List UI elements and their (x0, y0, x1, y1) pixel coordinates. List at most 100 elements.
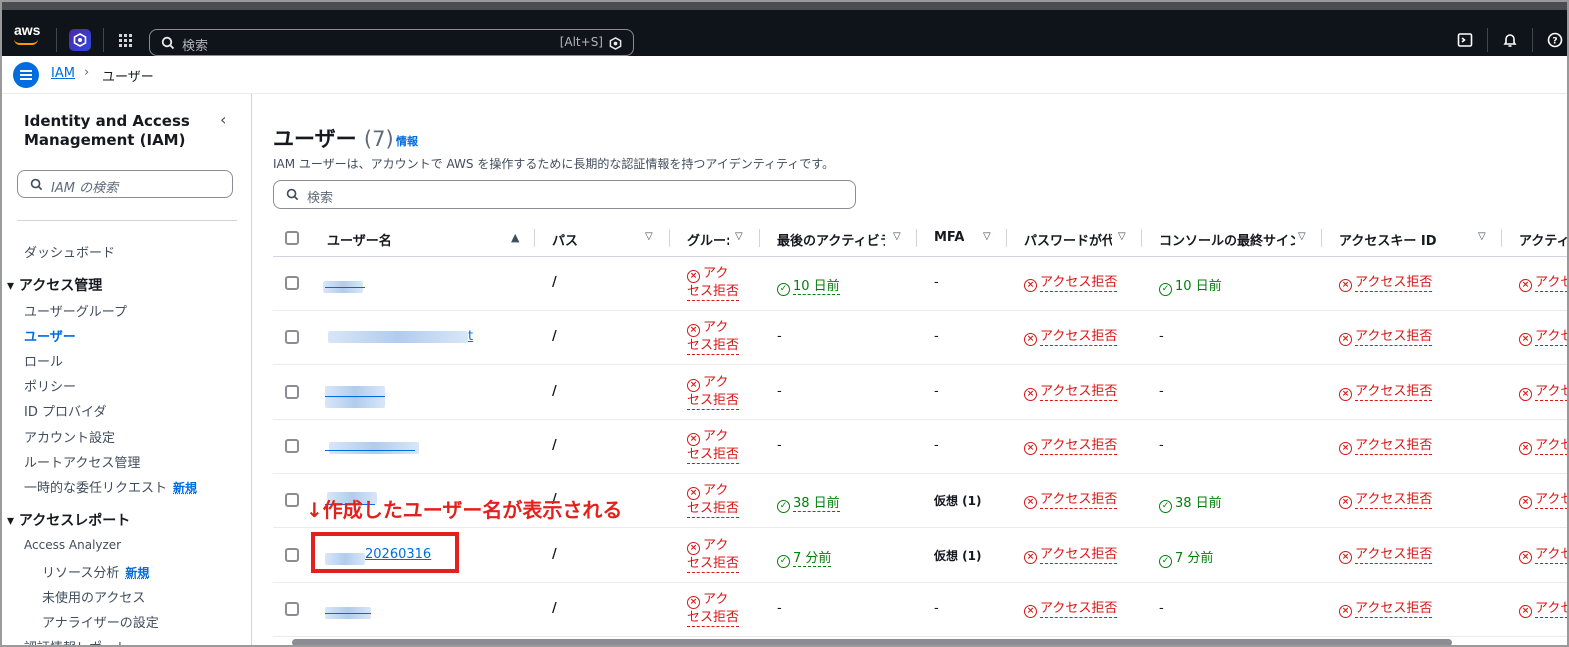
row-checkbox[interactable] (285, 384, 299, 399)
access-key-cell: × アクセス拒否 (1339, 329, 1433, 347)
last-activity-cell: ✓ 10 日前 (777, 275, 840, 296)
column-header-mfa[interactable]: MFA (934, 230, 964, 245)
error-icon: × (1339, 333, 1352, 347)
sort-icon[interactable]: ▽ (1478, 231, 1486, 242)
row-checkbox[interactable] (285, 330, 299, 345)
bell-icon[interactable] (1502, 32, 1518, 52)
groups-cell: × アク セス拒否 (687, 482, 747, 519)
help-icon[interactable]: ? (1547, 32, 1563, 52)
menu-toggle-button[interactable] (13, 62, 39, 88)
column-header-access-key-id[interactable]: アクセスキー ID (1339, 230, 1437, 249)
path-cell: / (552, 546, 557, 562)
column-header-console-last-signin[interactable]: コンソールの最終サイン (1159, 230, 1295, 249)
last-activity-text: 7 分前 (793, 550, 832, 567)
check-circle-icon: ✓ (1159, 500, 1172, 514)
sidebar-item-credential-report[interactable]: 認証情報レポート (24, 637, 128, 645)
sidebar-item-policies[interactable]: ポリシー (24, 376, 76, 395)
console-signin-cell: - (1159, 437, 1164, 453)
column-header-path[interactable]: パス (552, 230, 578, 249)
users-search-input[interactable]: 検索 (273, 180, 856, 209)
page-description: IAM ユーザーは、アカウントで AWS を操作するために長期的な認証情報を持つ… (273, 157, 835, 171)
row-checkbox[interactable] (285, 601, 299, 616)
sidebar: Identity and Access Management (IAM) ‹ I… (4, 94, 252, 645)
error-icon: × (1519, 496, 1532, 510)
breadcrumb-iam-link[interactable]: IAM (51, 66, 75, 81)
aws-logo[interactable]: aws (14, 22, 40, 38)
path-cell: / (552, 383, 557, 399)
denied-text-1: アク (703, 537, 729, 553)
sidebar-item-user-groups[interactable]: ユーザーグループ (24, 301, 127, 320)
sort-icon[interactable]: ▽ (893, 231, 901, 242)
denied-text-1: アク (703, 591, 729, 607)
search-icon (30, 178, 43, 191)
denied-text-2: セス拒否 (687, 392, 740, 410)
sidebar-section-access-management[interactable]: ▾ アクセス管理 (7, 275, 102, 295)
service-icon[interactable] (69, 29, 91, 51)
sidebar-item-dashboard[interactable]: ダッシュボード (24, 242, 115, 261)
username-link[interactable] (325, 449, 415, 451)
active-key-cell: ×アクセ (1519, 384, 1567, 401)
username-link[interactable]: t (468, 329, 473, 344)
row-checkbox[interactable] (285, 438, 299, 453)
sort-icon[interactable]: ▽ (983, 231, 991, 242)
sort-icon[interactable]: ▽ (1118, 231, 1126, 242)
row-checkbox[interactable] (285, 547, 299, 562)
column-separator (534, 229, 535, 247)
sidebar-section-access-reports[interactable]: ▾ アクセスレポート (7, 510, 130, 530)
column-header-username[interactable]: ユーザー名 (327, 230, 392, 249)
error-icon: × (1024, 496, 1037, 510)
row-checkbox[interactable] (285, 276, 299, 290)
sort-icon[interactable]: ▽ (735, 231, 743, 242)
username-link[interactable] (325, 287, 365, 288)
new-badge: 新規 (125, 566, 150, 580)
sidebar-item-access-analyzer[interactable]: Access Analyzer (24, 538, 121, 552)
error-icon: × (687, 324, 700, 338)
denied-text-1: アク (703, 428, 729, 444)
table-row: /×アクセス拒否✓10 日前-×アクセス拒否✓10 日前×アクセス拒否×アクセ (273, 257, 1567, 311)
mfa-cell: 仮想 (1) (934, 494, 982, 509)
mfa-cell: - (934, 275, 939, 290)
global-search-input[interactable]: 検索 [Alt+S] (149, 29, 634, 56)
section-label: アクセス管理 (18, 278, 103, 294)
sidebar-item-analyzer-settings[interactable]: アナライザーの設定 (42, 612, 159, 631)
sidebar-item-temporary-delegation[interactable]: 一時的な委任リクエスト 新規 (24, 477, 197, 496)
active-key-cell: ×アクセ (1519, 492, 1567, 510)
select-all-checkbox[interactable] (285, 231, 299, 245)
error-icon: × (1024, 441, 1037, 455)
sort-icon[interactable]: ▽ (1298, 231, 1306, 242)
error-icon: × (1339, 387, 1352, 401)
column-header-password-age[interactable]: パスワードが代 (1024, 230, 1112, 249)
column-header-active[interactable]: アクティ (1519, 230, 1567, 249)
sidebar-item-account-settings[interactable]: アカウント設定 (24, 427, 115, 446)
horizontal-scrollbar[interactable] (292, 639, 1452, 645)
sidebar-search-placeholder: IAM の検索 (51, 181, 119, 196)
sidebar-item-identity-providers[interactable]: ID プロバイダ (24, 401, 106, 420)
denied-text: アクセ (1535, 275, 1567, 292)
sidebar-item-roles[interactable]: ロール (24, 351, 63, 370)
info-link[interactable]: 情報 (396, 133, 418, 149)
column-header-last-activity[interactable]: 最後のアクティビラ (777, 230, 885, 249)
denied-text-1: アク (703, 320, 729, 336)
groups-cell: × アク セス拒否 (687, 537, 747, 573)
username-link[interactable] (325, 612, 371, 614)
denied-text: アクセス拒否 (1355, 492, 1433, 510)
divider (17, 220, 237, 221)
chevron-left-icon[interactable]: ‹ (220, 110, 226, 129)
username-link[interactable] (325, 395, 385, 397)
mfa-cell: - (934, 329, 939, 345)
console-signin-cell: - (1159, 383, 1164, 399)
sidebar-item-unused-access[interactable]: 未使用のアクセス (42, 587, 145, 606)
sidebar-item-resource-analysis[interactable]: リソース分析 新規 (42, 562, 149, 581)
cloudshell-icon[interactable] (1457, 32, 1473, 52)
services-grid-icon[interactable] (119, 34, 133, 48)
sidebar-item-root-access[interactable]: ルートアクセス管理 (24, 452, 140, 471)
sort-ascending-icon[interactable]: ▲ (511, 231, 519, 244)
path-cell: / (552, 437, 557, 453)
row-checkbox[interactable] (285, 493, 299, 508)
sort-icon[interactable]: ▽ (645, 231, 653, 242)
sidebar-search-input[interactable]: IAM の検索 (17, 170, 233, 198)
column-header-groups[interactable]: グルー: (687, 230, 729, 249)
column-separator (1501, 229, 1502, 247)
page-title: ユーザー (7) (273, 123, 394, 153)
sidebar-item-users[interactable]: ユーザー (24, 326, 76, 345)
